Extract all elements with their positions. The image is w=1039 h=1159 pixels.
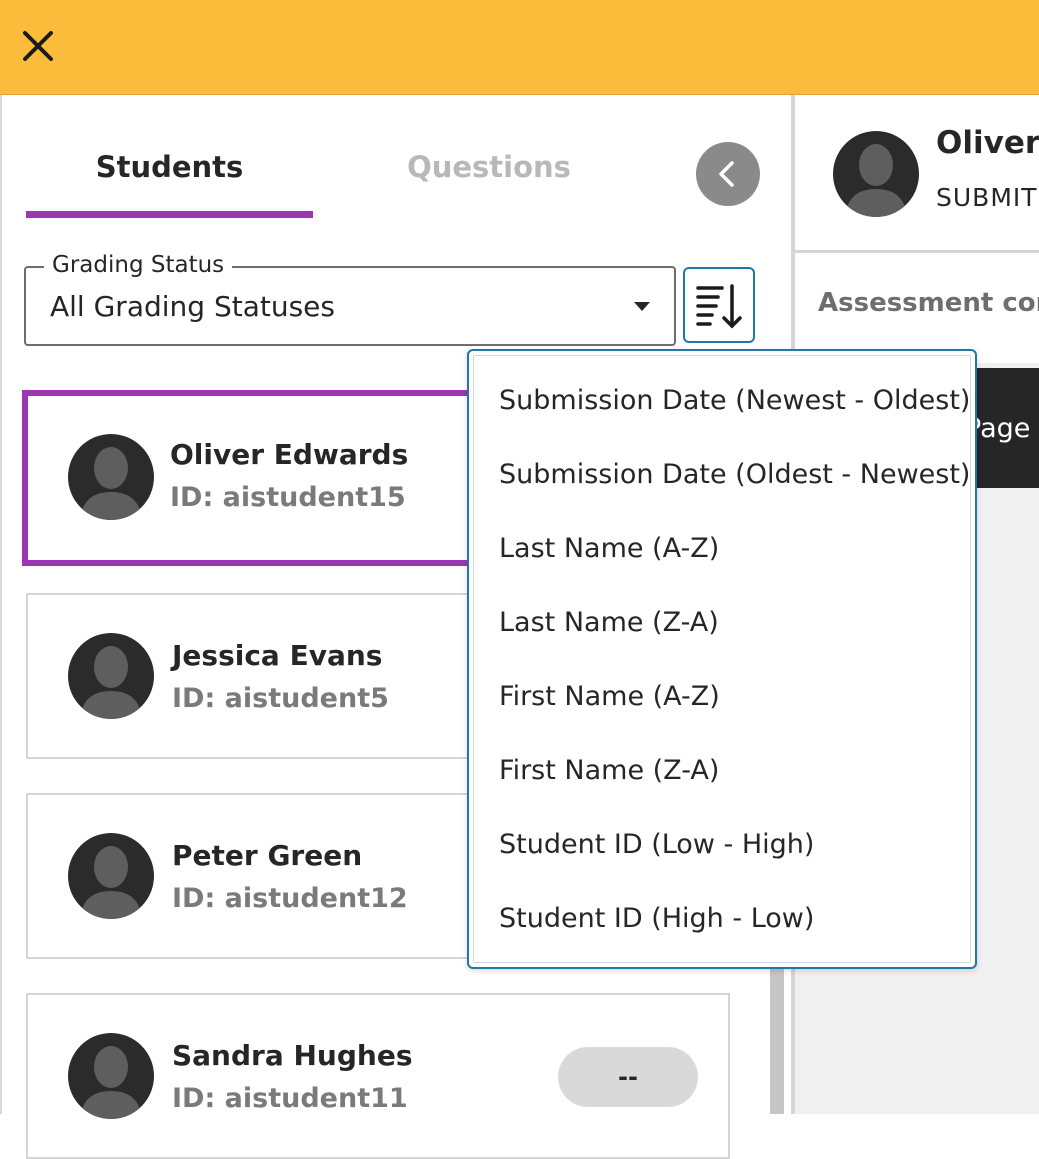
close-button[interactable] (18, 26, 58, 66)
sort-option[interactable]: First Name (Z-A) (499, 755, 719, 786)
active-tab-indicator (26, 211, 313, 218)
avatar-icon (80, 1046, 142, 1119)
avatar (68, 633, 154, 719)
avatar-icon (80, 646, 142, 719)
sort-option[interactable]: Last Name (Z-A) (499, 607, 719, 638)
grading-status-label: Grading Status (44, 252, 233, 278)
student-id: ID: aistudent5 (172, 683, 389, 714)
sort-option[interactable]: First Name (A-Z) (499, 681, 720, 712)
student-id: ID: aistudent15 (170, 482, 406, 513)
sort-option[interactable]: Submission Date (Oldest - Newest) (499, 459, 970, 490)
tab-students[interactable]: Students (26, 150, 313, 184)
avatar-icon (80, 447, 142, 520)
avatar (68, 833, 154, 919)
student-name: Jessica Evans (172, 639, 383, 672)
caret-down-icon (634, 302, 650, 311)
sort-menu: Submission Date (Newest - Oldest) Submis… (467, 349, 977, 969)
avatar (68, 1033, 154, 1119)
sort-option[interactable]: Student ID (Low - High) (499, 829, 814, 860)
avatar-icon (80, 846, 142, 919)
left-border (0, 95, 2, 1114)
tab-questions[interactable]: Questions (360, 150, 618, 184)
student-name: Oliver Edwards (170, 438, 409, 471)
sort-menu-panel (473, 355, 971, 963)
avatar-icon (845, 144, 907, 217)
student-name: Sandra Hughes (172, 1039, 413, 1072)
grading-status-select[interactable]: Grading Status All Grading Statuses (24, 252, 676, 346)
avatar (68, 434, 154, 520)
sort-option[interactable]: Last Name (A-Z) (499, 533, 719, 564)
top-bar (0, 0, 1039, 95)
submission-status: SUBMIT (936, 183, 1038, 212)
grading-status-value: All Grading Statuses (50, 290, 335, 323)
chevron-left-icon (719, 161, 734, 187)
scrollbar-thumb[interactable] (770, 960, 784, 1114)
student-name: Peter Green (172, 839, 363, 872)
student-card[interactable]: Sandra Hughes ID: aistudent11 -- (26, 993, 730, 1159)
submission-header: Oliver SUBMIT (795, 95, 1039, 253)
avatar (833, 131, 919, 217)
sort-icon (696, 284, 742, 329)
assessment-content-bar: Assessment cont (795, 253, 1039, 363)
assessment-content-label: Assessment cont (818, 288, 1039, 318)
collapse-panel-button[interactable] (696, 142, 760, 206)
submission-student-name: Oliver (936, 125, 1039, 161)
sort-button[interactable] (683, 267, 755, 343)
student-id: ID: aistudent12 (172, 883, 408, 914)
student-id: ID: aistudent11 (172, 1083, 408, 1114)
close-icon (23, 31, 53, 61)
grade-pill[interactable]: -- (558, 1047, 698, 1107)
sort-option[interactable]: Submission Date (Newest - Oldest) (499, 385, 970, 416)
sort-option[interactable]: Student ID (High - Low) (499, 903, 814, 934)
